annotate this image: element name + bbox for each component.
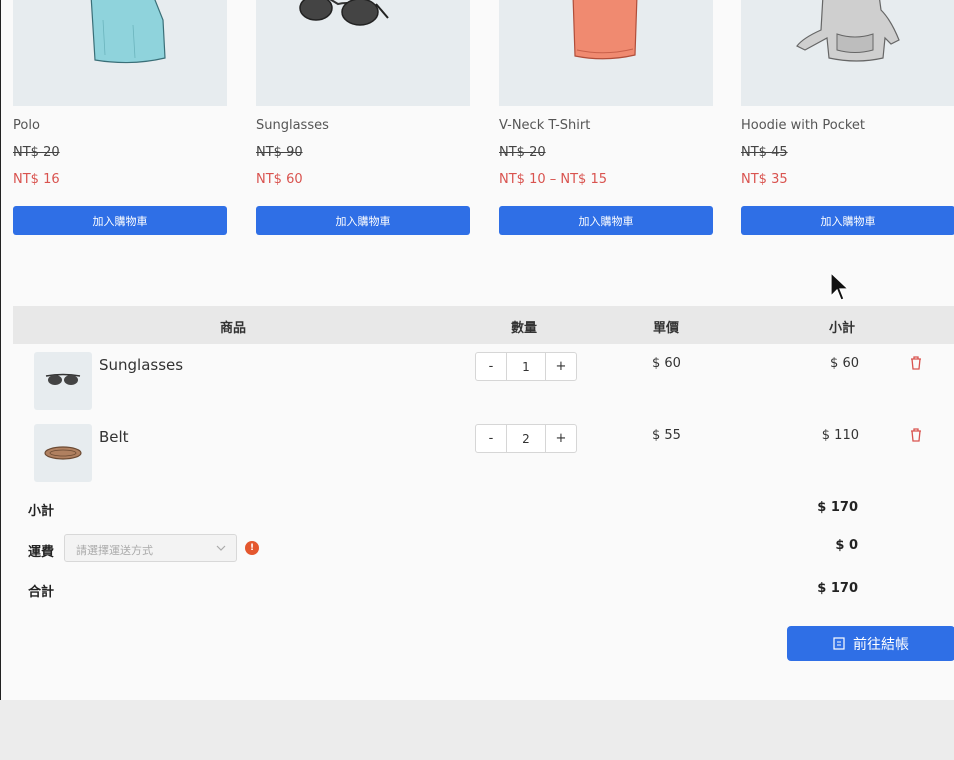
cart-row: Belt - 2 + $ 55 $ 110 <box>13 424 954 484</box>
cart-item-name: Belt <box>99 428 129 446</box>
product-name[interactable]: Hoodie with Pocket <box>741 118 865 133</box>
add-to-cart-button[interactable]: 加入購物車 <box>13 206 227 235</box>
subtotal-value: $ 170 <box>817 500 858 515</box>
cart-item-image <box>34 352 92 410</box>
add-to-cart-button[interactable]: 加入購物車 <box>499 206 713 235</box>
product-sale-price: NT$ 16 <box>13 172 60 187</box>
product-original-price: NT$ 20 <box>499 145 546 160</box>
quantity-input[interactable]: 1 <box>506 353 546 380</box>
header-unit-price: 單價 <box>653 321 680 336</box>
cart-item-subtotal: $ 60 <box>830 356 859 371</box>
header-product: 商品 <box>220 321 247 336</box>
increase-button[interactable]: + <box>546 425 576 452</box>
product-name[interactable]: V-Neck T-Shirt <box>499 118 590 133</box>
product-original-price: NT$ 45 <box>741 145 788 160</box>
shipping-value: $ 0 <box>835 538 858 553</box>
add-to-cart-button[interactable]: 加入購物車 <box>256 206 470 235</box>
checkout-button[interactable]: 前往結帳 <box>787 626 954 661</box>
product-sale-price: NT$ 60 <box>256 172 303 187</box>
page: Polo NT$ 20 NT$ 16 加入購物車 Sunglasses NT$ … <box>0 0 954 700</box>
trash-icon[interactable] <box>909 427 923 443</box>
shipping-select-placeholder: 請選擇運送方式 <box>76 544 153 557</box>
product-original-price: NT$ 90 <box>256 145 303 160</box>
product-image[interactable] <box>499 0 713 106</box>
product-card: Hoodie with Pocket NT$ 45 NT$ 35 加入購物車 <box>741 0 954 235</box>
product-image[interactable] <box>741 0 954 106</box>
add-to-cart-button[interactable]: 加入購物車 <box>741 206 954 235</box>
cart-item-unit-price: $ 60 <box>652 356 681 371</box>
cart-table-header: 商品 數量 單價 小計 <box>13 306 954 344</box>
product-grid: Polo NT$ 20 NT$ 16 加入購物車 Sunglasses NT$ … <box>13 0 954 240</box>
increase-button[interactable]: + <box>546 353 576 380</box>
header-quantity: 數量 <box>511 321 538 336</box>
total-value: $ 170 <box>817 581 858 596</box>
info-icon[interactable]: ! <box>245 541 259 555</box>
quantity-input[interactable]: 2 <box>506 425 546 452</box>
product-card: Polo NT$ 20 NT$ 16 加入購物車 <box>13 0 227 235</box>
header-subtotal: 小計 <box>829 321 856 336</box>
subtotal-label: 小計 <box>28 504 55 519</box>
quantity-stepper: - 1 + <box>475 352 577 381</box>
product-card: V-Neck T-Shirt NT$ 20 NT$ 10 – NT$ 15 加入… <box>499 0 713 235</box>
product-sale-price: NT$ 10 – NT$ 15 <box>499 172 607 187</box>
product-sale-price: NT$ 35 <box>741 172 788 187</box>
checkout-label: 前往結帳 <box>853 636 909 653</box>
product-name[interactable]: Sunglasses <box>256 118 329 133</box>
product-image[interactable] <box>13 0 227 106</box>
product-card: Sunglasses NT$ 90 NT$ 60 加入購物車 <box>256 0 470 235</box>
chevron-down-icon <box>216 545 226 551</box>
product-image[interactable] <box>256 0 470 106</box>
product-name[interactable]: Polo <box>13 118 40 133</box>
footer-background <box>0 700 954 760</box>
mouse-cursor-icon <box>830 272 849 301</box>
decrease-button[interactable]: - <box>476 353 506 380</box>
cart-item-name: Sunglasses <box>99 356 184 374</box>
shipping-label: 運費 <box>28 545 55 560</box>
cart-row: Sunglasses - 1 + $ 60 $ 60 <box>13 352 954 412</box>
product-original-price: NT$ 20 <box>13 145 60 160</box>
total-label: 合計 <box>28 585 55 600</box>
decrease-button[interactable]: - <box>476 425 506 452</box>
cart-item-unit-price: $ 55 <box>652 428 681 443</box>
cart-item-subtotal: $ 110 <box>821 428 859 443</box>
receipt-icon <box>833 637 845 650</box>
trash-icon[interactable] <box>909 355 923 371</box>
cart-item-image <box>34 424 92 482</box>
quantity-stepper: - 2 + <box>475 424 577 453</box>
shipping-method-select[interactable]: 請選擇運送方式 <box>64 534 237 562</box>
